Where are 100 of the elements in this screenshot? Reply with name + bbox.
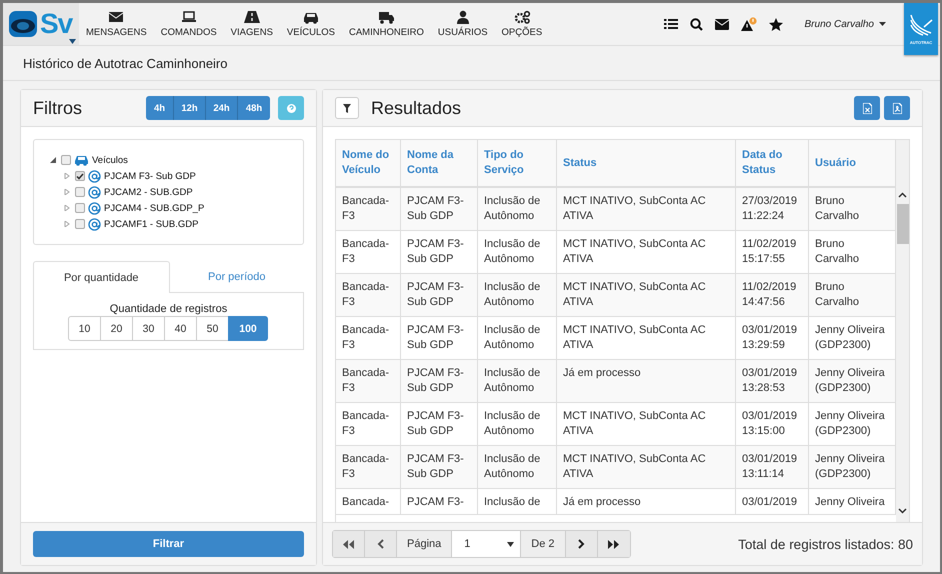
- tree-item[interactable]: PJCAM2 - SUB.GDP: [104, 186, 193, 198]
- filter-button[interactable]: Filtrar: [33, 531, 304, 557]
- at-sign-icon: [88, 170, 101, 182]
- nav-item[interactable]: MENSAGENS: [79, 3, 154, 45]
- truck-icon: [377, 10, 396, 24]
- nav-item[interactable]: COMANDOS: [154, 3, 224, 45]
- checkbox[interactable]: [75, 219, 85, 229]
- time-range-button[interactable]: 4h: [146, 96, 174, 120]
- total-records: Total de registros listados: 80: [738, 536, 913, 552]
- at-sign-icon: [88, 186, 101, 198]
- nav-item[interactable]: VIAGENS: [224, 3, 280, 45]
- table-cell: Inclusão de Autônomo: [478, 274, 556, 316]
- at-sign-icon: [88, 218, 101, 230]
- collapse-icon[interactable]: [50, 157, 56, 163]
- scrollbar[interactable]: [896, 140, 909, 524]
- tree-item[interactable]: PJCAM F3- Sub GDP: [104, 170, 196, 182]
- scroll-thumb[interactable]: [896, 204, 908, 244]
- tree-item[interactable]: PJCAM4 - SUB.GDP_P: [104, 202, 204, 214]
- table-cell: Já em processo: [556, 488, 736, 514]
- quantity-button[interactable]: 10: [68, 316, 101, 341]
- question-icon: [286, 104, 296, 112]
- export-pdf-button[interactable]: [884, 96, 910, 120]
- table-cell: Inclusão de Autônomo: [478, 446, 556, 488]
- table-cell: 27/03/2019 11:22:24: [736, 187, 808, 230]
- time-range-button[interactable]: 12h: [174, 96, 206, 120]
- quantity-button[interactable]: 40: [164, 316, 197, 341]
- search-icon[interactable]: [690, 18, 703, 30]
- table-cell: Bancada-F3: [336, 446, 400, 488]
- caret-icon: [507, 542, 514, 546]
- column-header[interactable]: Status: [556, 140, 736, 187]
- at-sign-icon: [88, 202, 101, 214]
- quantity-button[interactable]: 100: [228, 316, 268, 341]
- table-cell: MCT INATIVO, SubConta AC ATIVA: [556, 446, 736, 488]
- last-page-button[interactable]: [598, 531, 630, 557]
- column-header[interactable]: Usuário: [808, 140, 896, 187]
- table-cell: 03/01/2019: [736, 488, 808, 514]
- user-menu[interactable]: Bruno Carvalho: [804, 18, 886, 30]
- table-cell: MCT INATIVO, SubConta AC ATIVA: [556, 274, 736, 316]
- column-header[interactable]: Data do Status: [736, 140, 808, 187]
- scroll-down-icon[interactable]: [898, 508, 907, 514]
- app-logo-text: Sv: [40, 8, 72, 40]
- warning-icon[interactable]: [740, 16, 757, 32]
- table-cell: Inclusão de Autônomo: [478, 187, 556, 230]
- tree-item[interactable]: PJCAMF1 - SUB.GDP: [104, 218, 198, 230]
- envelope-icon: [107, 10, 126, 24]
- next-page-button[interactable]: [566, 531, 598, 557]
- table-cell: PJCAM F3-: [400, 488, 478, 514]
- caret-icon: [879, 22, 886, 26]
- checkbox[interactable]: [75, 171, 85, 181]
- nav-item[interactable]: VEÍCULOS: [280, 3, 342, 45]
- tree-item[interactable]: Veículos: [92, 154, 128, 166]
- quantity-button[interactable]: 30: [132, 316, 165, 341]
- first-page-button[interactable]: [333, 531, 365, 557]
- table-cell: Jenny Oliveira (GDP2300): [808, 360, 896, 402]
- table-cell: MCT INATIVO, SubConta AC ATIVA: [556, 187, 736, 230]
- star-icon[interactable]: [768, 18, 783, 30]
- eye-logo-icon: [8, 10, 38, 38]
- double-left-icon: [343, 540, 354, 548]
- scroll-up-icon[interactable]: [898, 192, 907, 198]
- road-icon: [242, 10, 261, 24]
- table-cell: Inclusão de Autônomo: [478, 360, 556, 402]
- page-select[interactable]: 1: [452, 531, 522, 557]
- previous-page-button[interactable]: [365, 531, 397, 557]
- nav-item[interactable]: OPÇÕES: [494, 3, 550, 45]
- table-cell: Bancada-F3: [336, 274, 400, 316]
- laptop-icon: [180, 10, 198, 24]
- panel-title: Resultados: [371, 98, 462, 118]
- nav-item[interactable]: CAMINHONEIRO: [342, 3, 431, 45]
- gears-icon: [512, 10, 531, 24]
- caret-icon[interactable]: [69, 39, 76, 44]
- time-range-button[interactable]: 48h: [238, 96, 270, 120]
- column-header[interactable]: Tipo do Serviço: [478, 140, 556, 187]
- column-header[interactable]: Nome do Veículo: [336, 140, 400, 187]
- table-cell: Bancada-F3: [336, 187, 400, 230]
- export-excel-button[interactable]: [854, 96, 880, 120]
- list-icon[interactable]: [664, 18, 678, 30]
- nav-item[interactable]: USUÁRIOS: [430, 3, 495, 45]
- quantity-button[interactable]: 50: [196, 316, 229, 341]
- table-cell: Bancada-F3: [336, 360, 400, 402]
- table-cell: PJCAM F3-Sub GDP: [400, 360, 478, 402]
- chevron-left-icon: [377, 539, 384, 549]
- table-cell: Inclusão de: [478, 488, 556, 514]
- time-range-button[interactable]: 24h: [206, 96, 238, 120]
- funnel-icon: [343, 104, 351, 112]
- tab[interactable]: Por quantidade: [33, 261, 170, 293]
- car-icon: [302, 10, 320, 24]
- table-cell: Bancada-: [336, 488, 400, 514]
- checkbox[interactable]: [75, 203, 85, 213]
- quantity-button[interactable]: 20: [100, 316, 133, 341]
- filter-toggle-button[interactable]: [335, 97, 359, 119]
- table-cell: 03/01/2019 13:28:53: [736, 360, 808, 402]
- page-title: Histórico de Autotrac Caminhoneiro: [23, 56, 228, 70]
- table-cell: PJCAM F3-Sub GDP: [400, 187, 478, 230]
- table-cell: PJCAM F3-Sub GDP: [400, 446, 478, 488]
- envelope-icon[interactable]: [714, 18, 729, 30]
- checkbox[interactable]: [75, 187, 85, 197]
- table-cell: Jenny Oliveira (GDP2300): [808, 446, 896, 488]
- quantity-label: Quantidade de registros: [110, 303, 228, 315]
- column-header[interactable]: Nome da Conta: [400, 140, 478, 187]
- checkbox[interactable]: [61, 155, 71, 165]
